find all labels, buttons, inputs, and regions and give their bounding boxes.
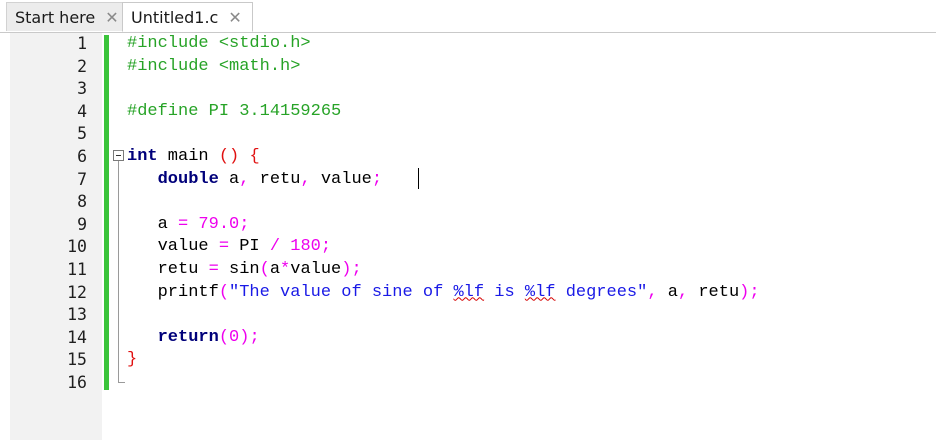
code-line-10: value = PI / 180; [127, 236, 331, 259]
number-literal: 180 [290, 237, 321, 257]
string-literal: degrees" [555, 282, 648, 302]
keyword: return [157, 327, 219, 347]
code-line-2: #include <math.h> [127, 56, 300, 79]
text-cursor [418, 168, 419, 189]
semicolon: ; [239, 214, 250, 234]
identifier: a [269, 260, 281, 279]
string-literal: is [484, 282, 525, 302]
operator: * [280, 260, 291, 279]
open-paren: ( [218, 282, 230, 302]
line-number: 5 [77, 124, 87, 144]
identifier: retu [127, 260, 209, 279]
code-line-12: printf("The value of sine of %lf is %lf … [127, 282, 760, 305]
code-line-14: return(0); [127, 327, 260, 350]
operator: = [178, 214, 189, 234]
code-line-6: int main () { [127, 146, 260, 169]
code-line-9: a = 79.0; [127, 214, 250, 237]
semicolon: ; [320, 237, 332, 257]
keyword: int [127, 147, 158, 166]
semicolon: ; [249, 327, 260, 347]
semicolon: ; [749, 282, 760, 302]
line-number: 15 [67, 350, 87, 370]
line-number: 12 [67, 282, 87, 302]
close-brace: } [127, 350, 138, 370]
fold-guide-line [118, 161, 119, 383]
code-line-7: double a, retu, value; [127, 169, 382, 192]
open-brace: { [249, 147, 260, 166]
close-icon[interactable]: ✕ [105, 8, 118, 27]
identifier: main [157, 147, 219, 166]
tab-label: Start here [15, 7, 96, 27]
comma: , [239, 169, 250, 189]
line-number: 9 [77, 214, 87, 234]
line-number: 13 [67, 305, 87, 325]
operator: = [208, 260, 219, 279]
identifier: value [310, 169, 372, 189]
tab-start-here[interactable]: Start here ✕ [6, 2, 124, 31]
close-paren: ) [739, 282, 750, 302]
line-number: 14 [67, 327, 87, 347]
tab-label: Untitled1.c [131, 7, 219, 27]
semicolon: ; [351, 260, 362, 279]
tab-bar: Start here ✕ Untitled1.c ✕ [0, 0, 936, 33]
code-line-11: retu = sin(a*value); [127, 259, 362, 282]
identifier: value [127, 237, 219, 257]
code-line-1: #include <stdio.h> [127, 33, 311, 56]
comma: , [300, 169, 311, 189]
identifier: a [218, 169, 240, 189]
line-number: 1 [77, 34, 87, 53]
line-number: 10 [67, 237, 87, 257]
semicolon: ; [371, 169, 383, 189]
operator: = [218, 237, 230, 257]
identifier: a [127, 214, 179, 234]
fold-guide-end [118, 382, 125, 383]
number-literal: 79.0 [198, 214, 240, 234]
code-line-15: } [127, 349, 137, 372]
identifier: retu [688, 282, 740, 302]
close-paren: ) [239, 327, 250, 347]
format-specifier: %lf [524, 282, 556, 302]
operator: / [269, 237, 281, 257]
line-number: 2 [77, 56, 87, 76]
line-number: 16 [67, 373, 87, 392]
identifier: value [290, 260, 342, 279]
line-number: 3 [77, 79, 87, 99]
code-editor[interactable]: 1 2 3 4 5 6 7 8 9 10 11 12 13 14 15 16 #… [0, 33, 936, 440]
close-paren: ) [341, 260, 352, 279]
function-name: printf [127, 282, 219, 302]
tab-untitled1-c[interactable]: Untitled1.c ✕ [122, 2, 253, 32]
string-literal: "The value of sine of [229, 282, 454, 302]
open-paren: ( [259, 260, 270, 279]
identifier: PI [229, 237, 270, 257]
open-paren: ( [218, 327, 230, 347]
format-specifier: %lf [453, 282, 485, 302]
function-name: sin [218, 260, 260, 279]
line-number: 6 [77, 147, 87, 166]
identifier: retu [249, 169, 301, 189]
line-number: 4 [77, 101, 87, 121]
fold-toggle-icon[interactable] [113, 150, 124, 161]
preprocessor-directive: #include <math.h> [127, 56, 301, 76]
keyword: double [157, 169, 219, 189]
code-line-4: #define PI 3.14159265 [127, 101, 341, 124]
line-number: 11 [67, 260, 87, 279]
comma: , [647, 282, 658, 302]
preprocessor-directive: #include <stdio.h> [127, 34, 311, 53]
comma: , [677, 282, 689, 302]
line-number: 7 [77, 169, 87, 189]
line-number: 8 [77, 192, 87, 212]
preprocessor-directive: #define PI 3.14159265 [127, 101, 342, 121]
number-literal: 0 [229, 327, 240, 347]
close-icon[interactable]: ✕ [228, 8, 241, 27]
identifier: a [657, 282, 678, 302]
parentheses: () [218, 147, 240, 166]
